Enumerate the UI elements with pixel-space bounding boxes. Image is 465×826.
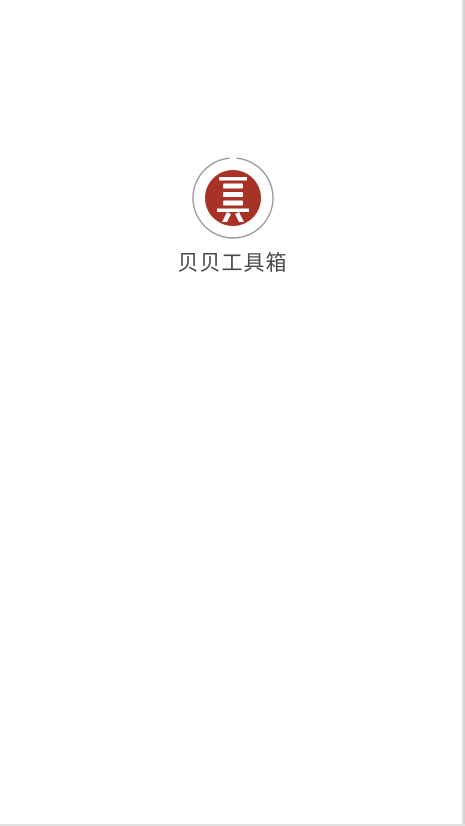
bei-character-logo-icon xyxy=(191,157,274,239)
splash-screen: 贝贝工具箱 xyxy=(0,0,465,826)
splash-content: 贝贝工具箱 xyxy=(0,156,465,276)
logo-glyph xyxy=(204,170,261,226)
app-name: 贝贝工具箱 xyxy=(177,251,288,275)
app-logo xyxy=(191,156,275,240)
